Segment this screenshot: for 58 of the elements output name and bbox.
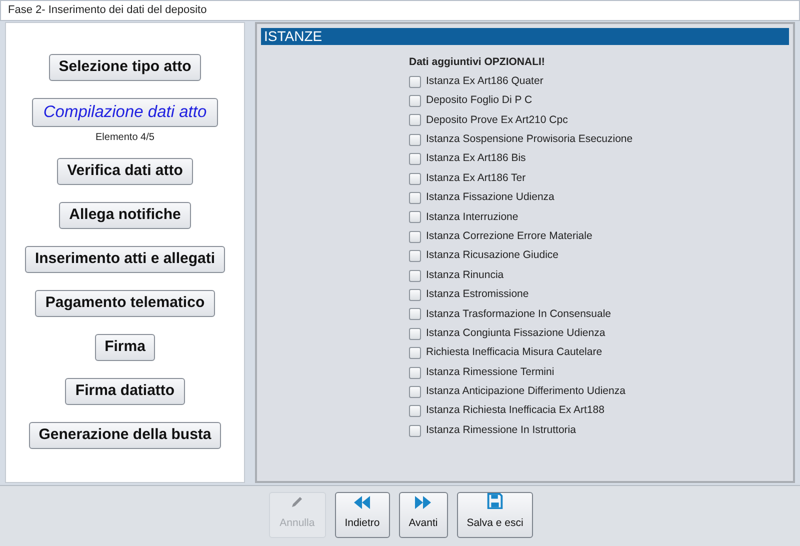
checkbox[interactable] [409,172,421,185]
option-label: Istanza Ex Art186 Quater [426,74,544,89]
option-label: Istanza Trasformazione In Consensuale [426,306,612,322]
option-label: Istanza Interruzione [426,210,518,225]
step-button[interactable]: Inserimento atti e allegati [24,246,226,273]
step-button[interactable]: Verifica dati atto [57,158,193,185]
checkbox[interactable] [409,328,421,340]
option-label: Istanza Fissazione Udienza [426,190,554,206]
checkbox[interactable] [409,386,421,398]
step-button[interactable]: Allega notifiche [59,202,191,229]
checkbox[interactable] [409,250,421,262]
checkbox[interactable] [409,424,421,437]
toolbar-button[interactable]: Indietro [334,492,390,538]
checkbox[interactable] [409,308,421,320]
checkbox[interactable] [409,230,421,243]
option-label: Istanza Congiunta Fissazione Udienza [426,326,606,341]
option-label: Istanza Ricusazione Giudice [426,248,558,264]
option-label: Istanza Rinuncia [426,268,504,283]
section-subtitle: Dati aggiuntivi OPZIONALI! [409,55,546,70]
checkbox[interactable] [409,211,421,224]
step-button[interactable]: Selezione tipo atto [48,54,202,81]
section-title: ISTANZE [261,28,789,45]
toolbar-button[interactable]: Avanti [398,492,448,538]
option-label: Istanza Correzione Errore Materiale [426,228,592,244]
checkbox[interactable] [409,114,421,126]
step-button[interactable]: Compilazione dati atto [32,98,218,127]
checkbox[interactable] [409,288,421,301]
option-label: Istanza Anticipazione Differimento Udienza [426,384,626,400]
checkbox[interactable] [409,134,421,146]
option-label: Istanza Richiesta Inefficacia Ex Art188 [426,403,604,418]
checkbox[interactable] [409,405,421,418]
option-label: Deposito Foglio Di P C [426,93,532,108]
option-label: Richiesta Inefficacia Misura Cautelare [426,345,602,360]
option-label: Istanza Estromissione [426,287,529,302]
checkbox[interactable] [409,153,421,166]
phase-title: Fase 2- Inserimento dei dati del deposito [8,3,207,18]
rewind-icon [353,496,372,510]
option-label: Istanza Rimessione In Istruttoria [426,422,576,438]
checkbox[interactable] [409,270,421,282]
step-button[interactable]: Pagamento telematico [35,290,215,317]
checkbox[interactable] [409,76,421,88]
fast-forward-icon [414,496,432,510]
option-label: Istanza Rimessione Termini [426,364,554,380]
checkbox[interactable] [409,347,421,360]
toolbar-button[interactable]: Salva e esci [456,492,534,538]
element-count-label: Elemento 4/5 [96,131,154,145]
step-button[interactable]: Firma datiatto [65,378,185,405]
pencil-icon [290,495,304,510]
checkbox[interactable] [409,366,421,379]
option-label: Istanza Ex Art186 Ter [426,170,526,186]
checkbox[interactable] [409,192,421,204]
floppy-icon [487,493,504,510]
option-label: Istanza Ex Art186 Bis [426,151,526,166]
step-button[interactable]: Firma [94,334,156,361]
checkbox[interactable] [409,95,421,108]
option-label: Deposito Prove Ex Art210 Cpc [426,112,568,128]
option-label: Istanza Sospensione Prowisoria Esecuzione [426,132,633,147]
step-button[interactable]: Generazione della busta [28,422,222,449]
